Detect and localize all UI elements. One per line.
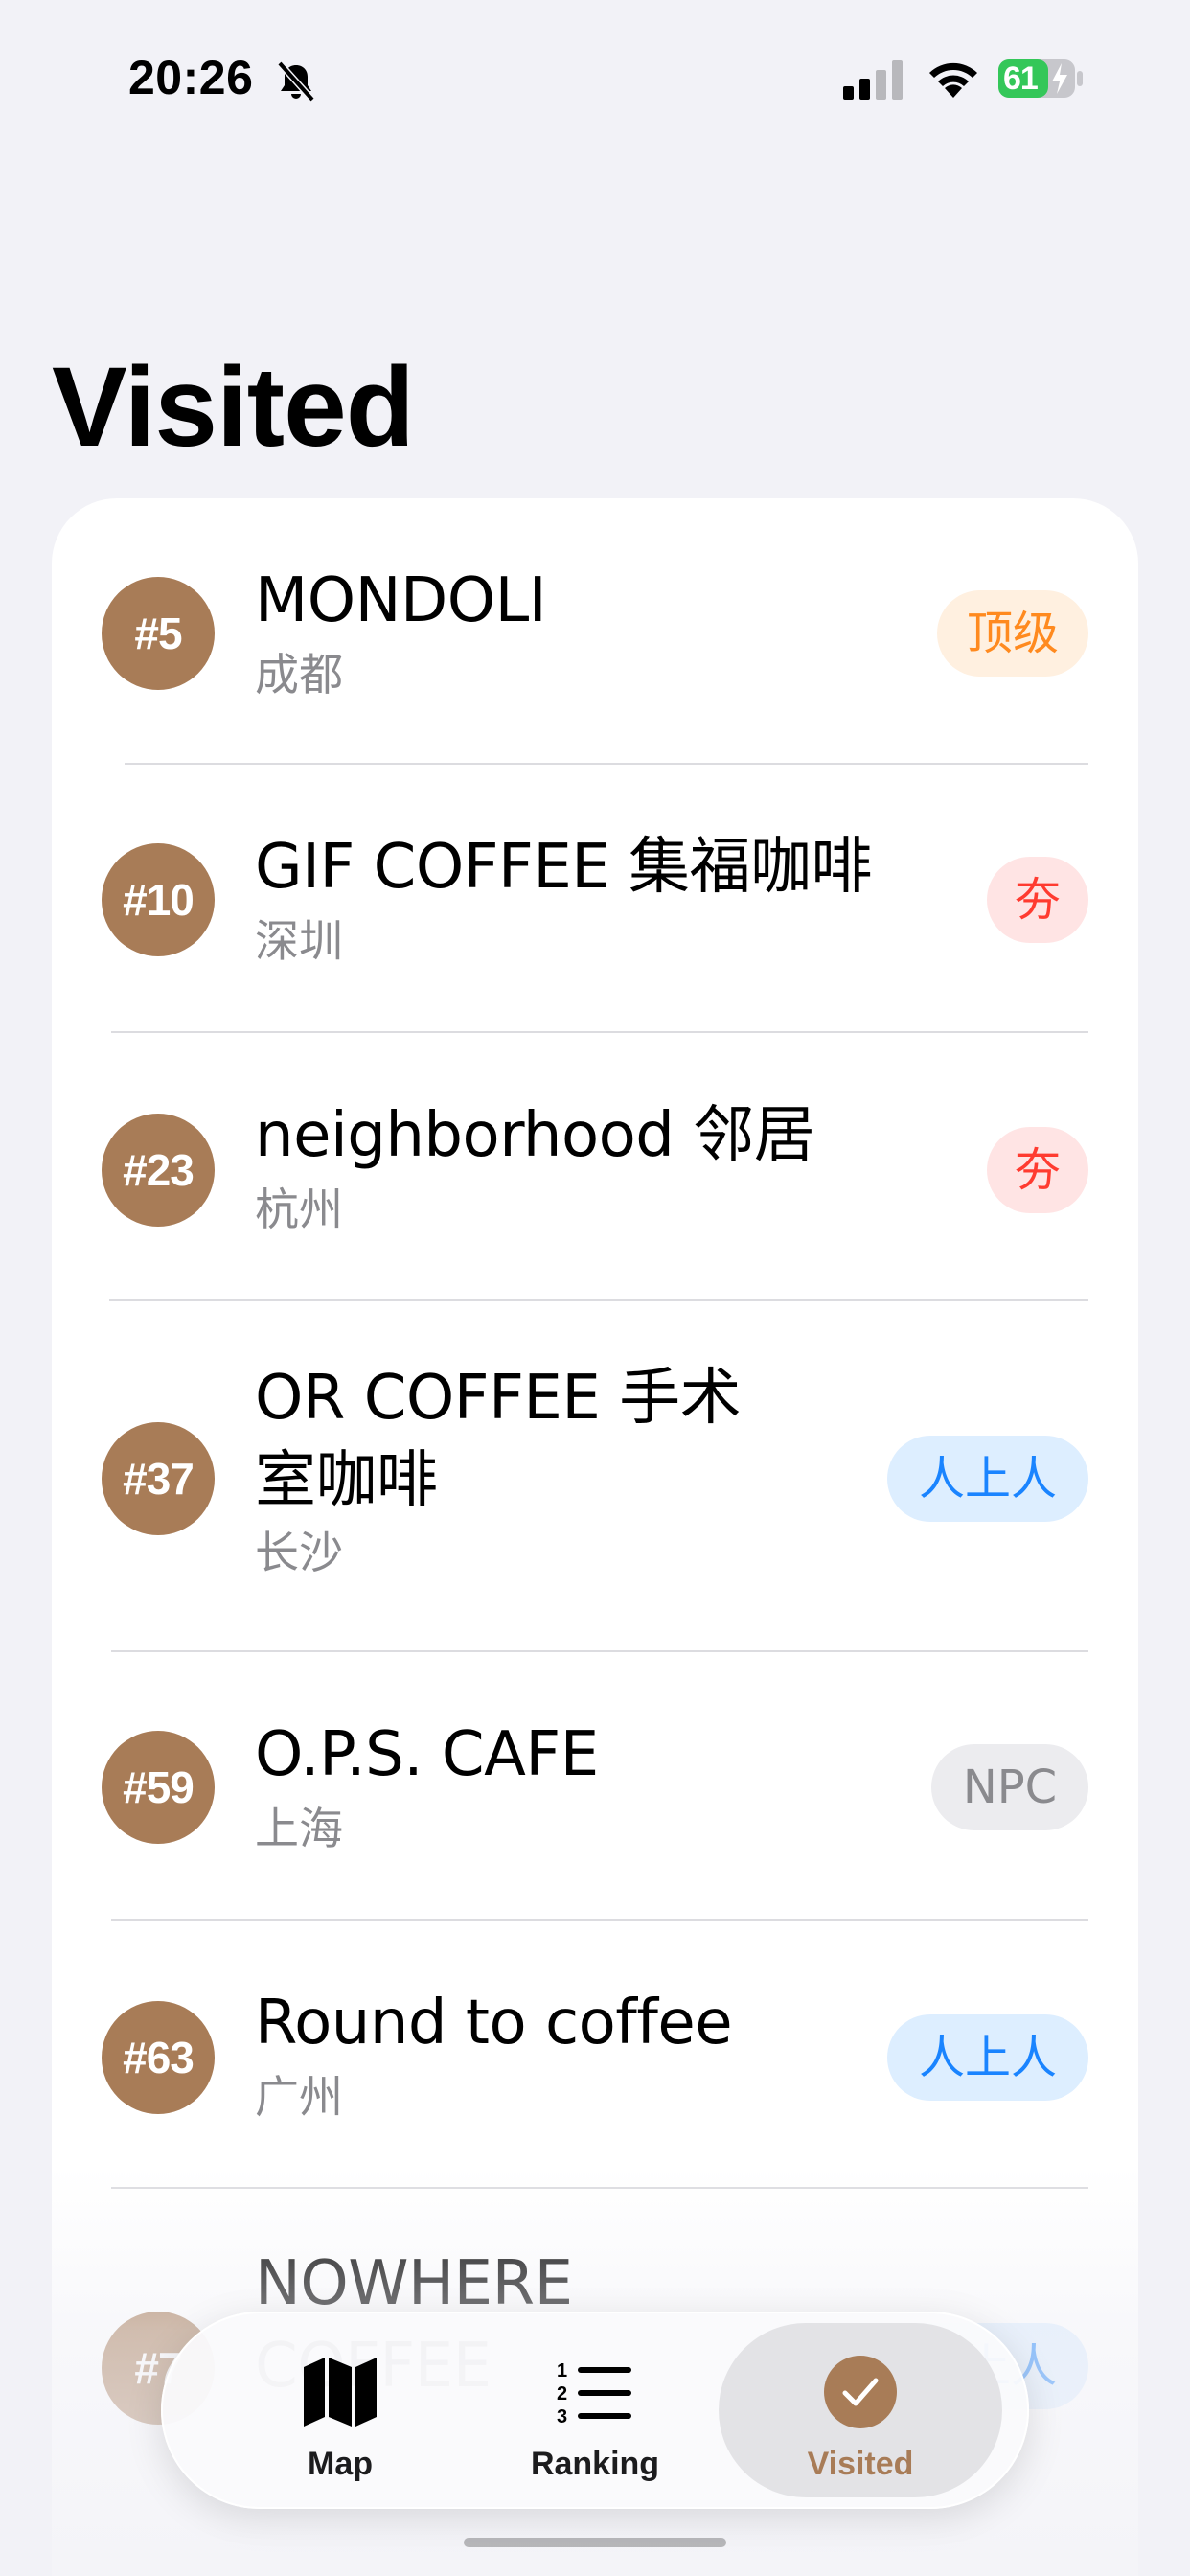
cafe-name: O.P.S. CAFE: [255, 1719, 599, 1790]
svg-text:1: 1: [557, 2360, 567, 2381]
tier-badge: 顶级: [937, 590, 1088, 677]
tab-map[interactable]: Map: [201, 2323, 479, 2497]
visited-screen: 20:26 61 Visited #5 MONDOLI 成都 顶级 #10 GI…: [0, 0, 1190, 2576]
tier-badge: 夯: [987, 857, 1088, 943]
rank-badge: #5: [102, 577, 215, 690]
cafe-city: 深圳: [255, 915, 343, 967]
cafe-city: 上海: [255, 1803, 343, 1854]
rank-badge: #23: [102, 1114, 215, 1227]
tab-bar: Map 1 2 3 Ranking Visited: [161, 2312, 1029, 2509]
svg-text:2: 2: [557, 2383, 567, 2404]
tab-label: Ranking: [530, 2446, 660, 2482]
status-bar: 20:26 61: [0, 0, 1190, 163]
map-icon: [304, 2358, 377, 2426]
cafe-name: Round to coffee: [255, 1988, 733, 2058]
checkmark-circle-icon: [824, 2356, 897, 2428]
cafe-name: OR COFFEE 手术 室咖啡: [255, 1363, 742, 1516]
cafe-city: 成都: [255, 649, 343, 701]
list-item[interactable]: #5 MONDOLI 成都 顶级: [52, 498, 1138, 763]
tab-label: Map: [308, 2446, 373, 2482]
battery-level: 61: [1003, 60, 1039, 97]
bell-slash-icon: [277, 60, 315, 103]
tab-ranking[interactable]: 1 2 3 Ranking: [456, 2323, 734, 2497]
cellular-signal-icon: [843, 60, 903, 100]
cafe-name: MONDOLI: [255, 565, 547, 636]
list-item[interactable]: #37 OR COFFEE 手术 室咖啡 长沙 人上人: [52, 1301, 1138, 1650]
tier-badge: 夯: [987, 1127, 1088, 1213]
cafe-name: GIF COFFEE 集福咖啡: [255, 832, 873, 903]
tab-label: Visited: [807, 2446, 914, 2482]
cafe-city: 广州: [255, 2071, 343, 2123]
list-item[interactable]: #59 O.P.S. CAFE 上海 NPC: [52, 1652, 1138, 1919]
tab-visited[interactable]: Visited: [719, 2323, 1002, 2497]
tier-badge: 人上人: [887, 2014, 1088, 2101]
rank-badge: #59: [102, 1731, 215, 1844]
rank-badge: #10: [102, 843, 215, 956]
status-time: 20:26: [128, 51, 254, 104]
numbered-list-icon: 1 2 3: [557, 2360, 631, 2427]
list-item[interactable]: #23 neighborhood 邻居 杭州 夯: [52, 1033, 1138, 1300]
wifi-icon: [929, 62, 977, 98]
tier-badge: 人上人: [887, 1436, 1088, 1522]
home-indicator: [464, 2538, 726, 2547]
tier-badge: NPC: [931, 1744, 1088, 1830]
cafe-city: 长沙: [255, 1527, 343, 1578]
rank-badge: #37: [102, 1422, 215, 1535]
svg-text:3: 3: [557, 2406, 567, 2427]
cafe-city: 杭州: [255, 1184, 343, 1235]
visited-list: #5 MONDOLI 成都 顶级 #10 GIF COFFEE 集福咖啡 深圳 …: [52, 498, 1138, 2576]
page-title: Visited: [52, 344, 415, 471]
rank-badge: #63: [102, 2001, 215, 2114]
cafe-name: neighborhood 邻居: [255, 1100, 815, 1171]
list-item[interactable]: #63 Round to coffee 广州 人上人: [52, 1920, 1138, 2187]
list-item[interactable]: #10 GIF COFFEE 集福咖啡 深圳 夯: [52, 765, 1138, 1031]
